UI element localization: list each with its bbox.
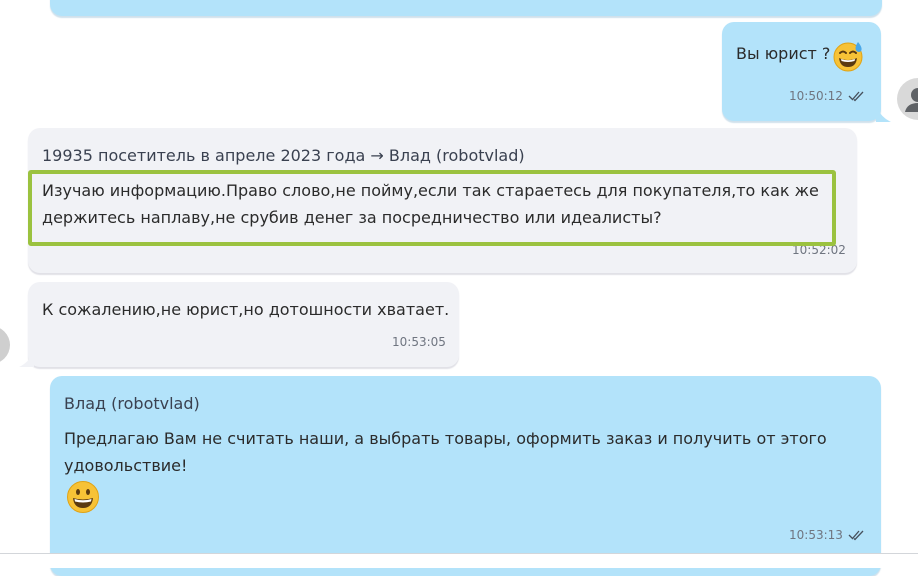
highlight-box bbox=[28, 170, 836, 246]
grinning-emoji bbox=[67, 481, 99, 513]
divider bbox=[0, 553, 918, 554]
bubble-tail bbox=[19, 352, 34, 367]
message-bubble-previous bbox=[50, 0, 882, 16]
double-check-icon bbox=[848, 530, 864, 541]
message-time: 10:53:05 bbox=[392, 335, 446, 349]
double-check-icon bbox=[848, 91, 864, 102]
message-time: 10:53:13 bbox=[789, 528, 843, 542]
bubble-tail bbox=[876, 107, 891, 122]
sweat-smile-emoji bbox=[833, 42, 863, 72]
message-bubble-incoming[interactable] bbox=[28, 282, 459, 367]
user-silhouette-icon bbox=[905, 88, 918, 112]
message-time: 10:50:12 bbox=[789, 89, 843, 103]
message-text-line-2: удовольствие! bbox=[64, 456, 188, 475]
message-text-line-1: Предлагаю Вам не считать наши, а выбрать… bbox=[64, 429, 827, 448]
message-text: Вы юрист ? bbox=[736, 44, 831, 63]
user-avatar[interactable] bbox=[897, 78, 918, 120]
contact-avatar[interactable] bbox=[0, 326, 10, 364]
message-sender: Влад (robotvlad) bbox=[64, 394, 200, 413]
message-text: К сожалению,не юрист,но дотошности хвата… bbox=[42, 300, 450, 319]
message-sender: 19935 посетитель в апреле 2023 года → Вл… bbox=[42, 146, 525, 165]
input-area bbox=[0, 554, 918, 568]
